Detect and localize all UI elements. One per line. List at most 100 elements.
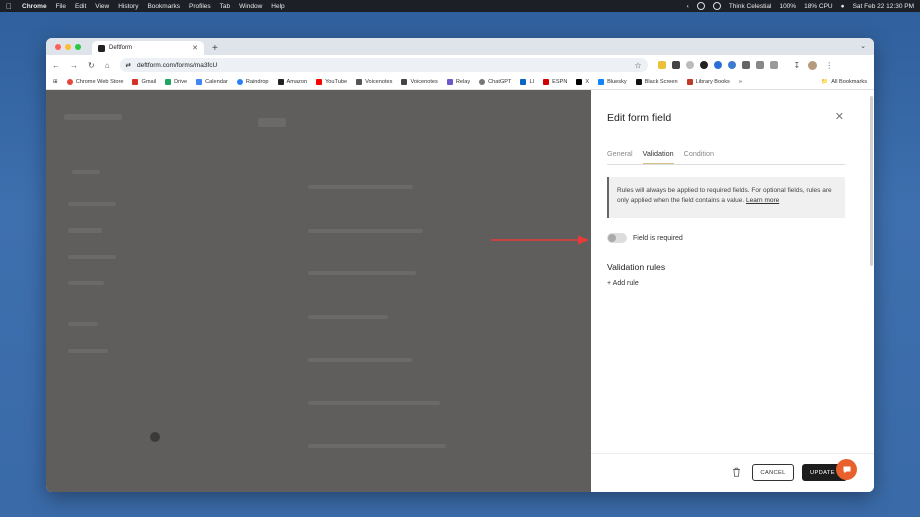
back-icon[interactable]: ← bbox=[52, 61, 60, 70]
window-controls bbox=[55, 44, 81, 50]
menu-bookmarks[interactable]: Bookmarks bbox=[147, 3, 180, 10]
tab-search-chevron-icon[interactable]: ⌄ bbox=[860, 42, 866, 50]
extension-box-icon[interactable] bbox=[755, 61, 764, 69]
address-bar[interactable]: ⇄ deftform.com/forms/ma3fcU ☆ bbox=[119, 58, 648, 72]
extension-circle-icon[interactable] bbox=[699, 61, 708, 69]
notice-text: Rules will always be applied to required… bbox=[617, 187, 832, 205]
kebab-menu-icon[interactable]: ⋮ bbox=[825, 61, 833, 70]
wifi-icon[interactable]: ● bbox=[841, 3, 845, 10]
bookmark-item[interactable]: Library Books bbox=[686, 79, 730, 85]
panel-scrollbar[interactable] bbox=[870, 96, 873, 266]
menubar-app-name[interactable]: Chrome bbox=[22, 3, 47, 10]
cancel-button[interactable]: CANCEL bbox=[752, 464, 794, 481]
bookmark-item[interactable]: Black Screen bbox=[635, 79, 678, 85]
bookmark-item[interactable]: ChatGPT bbox=[479, 79, 511, 85]
menu-tab[interactable]: Tab bbox=[220, 3, 230, 10]
status-circle-icon[interactable] bbox=[696, 2, 705, 10]
modal-backdrop[interactable] bbox=[46, 90, 591, 492]
bookmark-item[interactable]: Amazon bbox=[277, 79, 307, 85]
menu-help[interactable]: Help bbox=[271, 3, 284, 10]
bookmark-item[interactable]: X bbox=[576, 79, 589, 85]
calendar-icon bbox=[196, 79, 203, 85]
minimize-window-button[interactable] bbox=[65, 44, 71, 50]
browser-tab-active[interactable]: Deftform ✕ bbox=[92, 41, 204, 55]
menu-edit[interactable]: Edit bbox=[75, 3, 86, 10]
bookmark-label: LI bbox=[529, 79, 535, 85]
extension-info-icon[interactable] bbox=[727, 61, 736, 69]
bookmark-item[interactable]: Drive bbox=[165, 79, 187, 85]
bookmark-label: ChatGPT bbox=[488, 79, 512, 85]
bookmark-item[interactable]: Relay bbox=[446, 79, 470, 85]
menu-window[interactable]: Window bbox=[239, 3, 262, 10]
close-window-button[interactable] bbox=[55, 44, 61, 50]
extension-heart-icon[interactable] bbox=[741, 61, 750, 69]
menu-profiles[interactable]: Profiles bbox=[189, 3, 211, 10]
tab-validation[interactable]: Validation bbox=[642, 149, 674, 164]
required-toggle[interactable] bbox=[607, 233, 627, 243]
menu-file[interactable]: File bbox=[56, 3, 66, 10]
background-field-row bbox=[308, 315, 388, 319]
trash-icon[interactable] bbox=[732, 467, 741, 479]
bookmark-label: YouTube bbox=[325, 79, 348, 85]
maximize-window-button[interactable] bbox=[75, 44, 81, 50]
home-icon[interactable]: ⌂ bbox=[105, 61, 110, 70]
learn-more-link[interactable]: Learn more bbox=[746, 197, 779, 204]
cpu-label[interactable]: 18% CPU bbox=[804, 3, 833, 10]
url-text[interactable]: deftform.com/forms/ma3fcU bbox=[137, 62, 217, 69]
tab-general[interactable]: General bbox=[607, 149, 633, 164]
background-field-row bbox=[308, 185, 413, 189]
battery-label[interactable]: 100% bbox=[779, 3, 796, 10]
extension-cloud-icon[interactable] bbox=[685, 61, 694, 69]
bookmark-item[interactable]: LI bbox=[520, 79, 534, 85]
relay-icon bbox=[446, 79, 453, 85]
more-bookmarks-chevron-icon[interactable]: » bbox=[739, 79, 742, 85]
bookmark-label: Drive bbox=[174, 79, 188, 85]
background-sidebar-item bbox=[68, 255, 116, 259]
menu-view[interactable]: View bbox=[95, 3, 109, 10]
extensions-puzzle-icon[interactable] bbox=[769, 61, 778, 69]
bookmark-item[interactable]: ESPN bbox=[543, 79, 567, 85]
sync-icon[interactable] bbox=[712, 2, 721, 10]
bookmark-item[interactable]: Calendar bbox=[196, 79, 228, 85]
profile-avatar[interactable] bbox=[808, 60, 818, 70]
site-info-icon[interactable]: ⇄ bbox=[126, 61, 131, 69]
bookmark-item[interactable]: Bluesky bbox=[598, 79, 627, 85]
bookmark-item[interactable]: Gmail bbox=[132, 79, 156, 85]
amazon-icon bbox=[277, 79, 284, 85]
apps-grid-icon[interactable]: ⊞ bbox=[53, 79, 58, 85]
all-bookmarks-item[interactable]: 📁 All Bookmarks bbox=[821, 79, 867, 85]
bookmark-label: Voicenotes bbox=[410, 79, 438, 85]
bookmark-item[interactable]: Voicenotes bbox=[401, 79, 438, 85]
chevron-left-icon[interactable]: ‹ bbox=[687, 3, 689, 10]
close-icon[interactable]: ✕ bbox=[835, 110, 844, 123]
clock[interactable]: Sat Feb 22 12:30 PM bbox=[853, 3, 914, 10]
bookmark-item[interactable]: Raindrop bbox=[236, 79, 269, 85]
youtube-icon bbox=[316, 79, 323, 85]
new-tab-icon[interactable]: + bbox=[212, 43, 218, 54]
bookmark-item[interactable]: YouTube bbox=[316, 79, 347, 85]
bookmark-item[interactable]: Voicenotes bbox=[356, 79, 392, 85]
extension-r-dark-icon[interactable] bbox=[671, 61, 680, 69]
required-toggle-label[interactable]: Field is required bbox=[633, 235, 683, 242]
user-name[interactable]: Think Celestial bbox=[729, 3, 772, 10]
extension-r-icon[interactable] bbox=[657, 61, 666, 69]
background-field-row bbox=[308, 444, 446, 448]
tab-condition[interactable]: Condition bbox=[684, 149, 714, 164]
reload-icon[interactable]: ↻ bbox=[88, 61, 95, 70]
menu-history[interactable]: History bbox=[118, 3, 138, 10]
validation-notice: Rules will always be applied to required… bbox=[607, 177, 845, 218]
forward-icon[interactable]: → bbox=[70, 61, 78, 70]
download-icon[interactable]: ↧ bbox=[794, 61, 801, 70]
extension-toggle-icon[interactable] bbox=[713, 61, 722, 69]
apple-icon[interactable]:  bbox=[6, 2, 12, 11]
chat-support-button[interactable] bbox=[836, 459, 857, 480]
macos-menubar:  Chrome File Edit View History Bookmark… bbox=[0, 0, 920, 12]
deftform-favicon-icon bbox=[98, 44, 105, 52]
panel-footer-divider bbox=[591, 453, 874, 454]
add-rule-button[interactable]: + Add rule bbox=[607, 280, 639, 287]
close-tab-icon[interactable]: ✕ bbox=[192, 44, 198, 52]
bookmark-star-icon[interactable]: ☆ bbox=[634, 61, 641, 70]
panel-tabs: General Validation Condition bbox=[607, 149, 845, 165]
bookmark-item[interactable]: Chrome Web Store bbox=[66, 79, 123, 85]
required-toggle-row: Field is required bbox=[607, 233, 683, 243]
